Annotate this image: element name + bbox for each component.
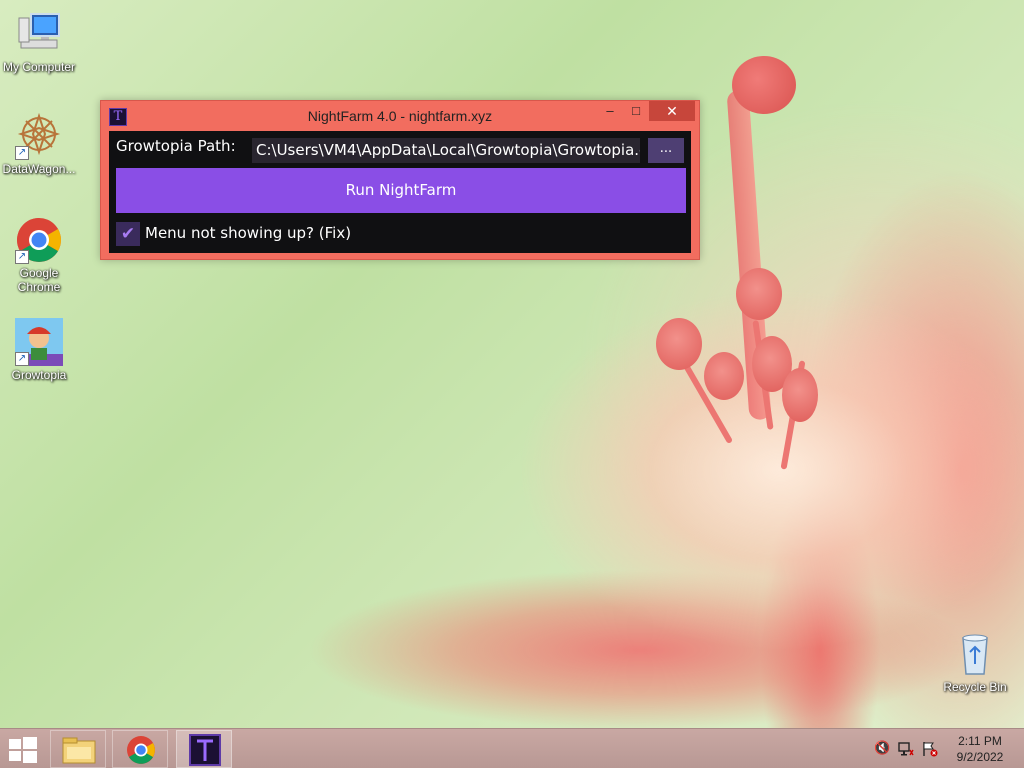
windows-logo-pane xyxy=(9,751,21,761)
shortcut-arrow-icon: ↗ xyxy=(15,352,29,366)
windows-logo-pane xyxy=(23,751,37,763)
computer-icon xyxy=(15,10,63,58)
desktop-icon-my-computer[interactable]: My Computer xyxy=(2,10,76,74)
taskbar: 🔇 2:11 PM 9/2/2022 xyxy=(0,728,1024,768)
maximize-button[interactable]: □ xyxy=(623,101,649,121)
window-titlebar[interactable]: T NightFarm 4.0 - nightfarm.xyz – □ ✕ xyxy=(101,101,699,131)
desktop-icon-label: Google Chrome xyxy=(17,266,61,294)
nightfarm-window: T NightFarm 4.0 - nightfarm.xyz – □ ✕ Gr… xyxy=(100,100,700,260)
flower-anther xyxy=(656,318,702,370)
desktop-icon-label: My Computer xyxy=(2,60,76,74)
close-button[interactable]: ✕ xyxy=(649,101,695,121)
action-center-flag-icon[interactable] xyxy=(922,741,938,757)
minimize-button[interactable]: – xyxy=(597,101,623,121)
datawagon-icon: ↗ xyxy=(15,112,63,160)
desktop-icon-recycle-bin[interactable]: Recycle Bin xyxy=(938,630,1012,694)
desktop-icon-google-chrome[interactable]: ↗ Google Chrome xyxy=(2,216,76,294)
nightfarm-icon xyxy=(189,734,221,766)
volume-muted-icon[interactable]: 🔇 xyxy=(874,741,890,757)
shortcut-arrow-icon: ↗ xyxy=(15,146,29,160)
window-client-area: Growtopia Path: C:\Users\VM4\AppData\Loc… xyxy=(109,131,691,253)
chrome-icon: ↗ xyxy=(15,216,63,264)
windows-logo-pane xyxy=(23,737,37,749)
shortcut-arrow-icon: ↗ xyxy=(15,250,29,264)
chrome-icon xyxy=(127,736,155,764)
flower-anther xyxy=(704,352,744,400)
file-explorer-icon xyxy=(62,737,96,764)
start-button[interactable] xyxy=(9,737,37,763)
taskbar-clock[interactable]: 2:11 PM 9/2/2022 xyxy=(944,733,1016,765)
taskbar-chrome[interactable] xyxy=(112,730,168,768)
desktop-icon-label: Growtopia xyxy=(11,368,67,382)
recycle-bin-icon xyxy=(951,630,999,678)
desktop-icon-datawagon[interactable]: ↗ DataWagon... xyxy=(2,112,76,176)
clock-date: 9/2/2022 xyxy=(956,750,1004,764)
taskbar-nightfarm[interactable] xyxy=(176,730,232,768)
run-nightfarm-button[interactable]: Run NightFarm xyxy=(116,168,686,213)
menu-fix-checkbox[interactable]: ✔ xyxy=(116,222,140,246)
growtopia-path-label: Growtopia Path: xyxy=(116,137,236,155)
growtopia-path-input[interactable]: C:\Users\VM4\AppData\Local\Growtopia\Gro… xyxy=(252,138,640,163)
menu-fix-label[interactable]: Menu not showing up? (Fix) xyxy=(145,224,351,242)
growtopia-icon: ↗ xyxy=(15,318,63,366)
flower-anther xyxy=(736,268,782,320)
network-icon[interactable] xyxy=(898,741,914,757)
flower-pistil-tip xyxy=(732,56,796,114)
clock-time: 2:11 PM xyxy=(958,734,1002,748)
desktop-icon-growtopia[interactable]: ↗ Growtopia xyxy=(2,318,76,382)
desktop-icon-label: Recycle Bin xyxy=(943,680,1007,694)
flower-anther xyxy=(782,368,818,422)
windows-logo-pane xyxy=(9,739,21,749)
taskbar-file-explorer[interactable] xyxy=(50,730,106,768)
desktop-icon-label: DataWagon... xyxy=(2,162,76,176)
browse-button[interactable]: ... xyxy=(648,138,684,163)
